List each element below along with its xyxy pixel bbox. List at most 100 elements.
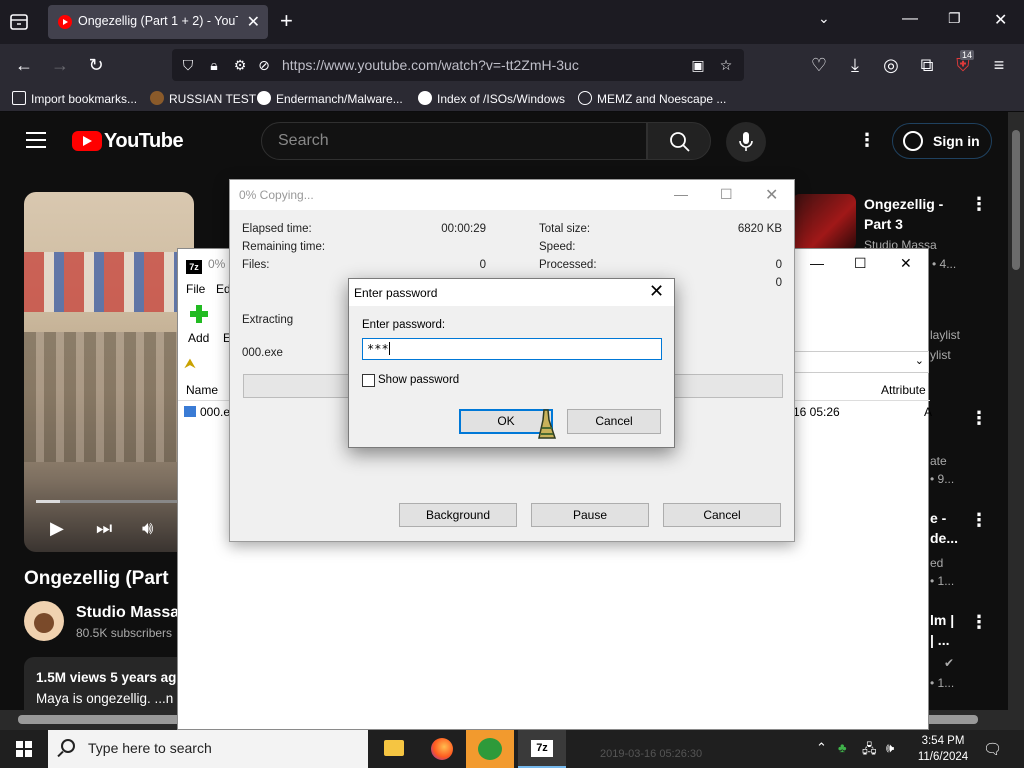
lock-icon[interactable]: 🔒︎: [206, 57, 222, 73]
active-app-taskbar-button[interactable]: [466, 730, 514, 768]
app-menu-icon[interactable]: ≡: [988, 54, 1010, 76]
sevenzip-close-icon[interactable]: ✕: [900, 255, 912, 272]
sevenzip-taskbar-button[interactable]: 7z: [518, 730, 566, 768]
reader-view-icon[interactable]: ▣: [690, 57, 706, 73]
tray-app-icon[interactable]: ♣: [838, 740, 847, 755]
recommended-fragment: • 9...: [930, 472, 955, 486]
copy-cancel-button[interactable]: Cancel: [663, 503, 781, 527]
extensions-icon[interactable]: ⧉: [916, 54, 938, 76]
copy-maximize-icon[interactable]: ☐: [720, 186, 733, 203]
add-button-label[interactable]: Add: [188, 331, 209, 345]
bookmark-memz[interactable]: MEMZ and Noescape ...: [578, 91, 726, 106]
recommended-thumbnail[interactable]: [792, 194, 856, 250]
recommended-title-line: Ongezellig -: [864, 196, 944, 212]
search-placeholder: Search: [278, 132, 329, 149]
window-close-icon[interactable]: ✕: [994, 10, 1007, 30]
recommended-fragment: ate: [930, 454, 947, 468]
video-player[interactable]: ▶ ⏭ 🔊︎: [24, 192, 194, 552]
recommended-fragment: ed: [930, 556, 944, 570]
channel-avatar[interactable]: [24, 601, 64, 641]
enter-password-dialog[interactable]: Enter password ✕ Enter password: *** Sho…: [348, 278, 675, 448]
show-password-label[interactable]: Show password: [378, 374, 459, 386]
bookmark-import[interactable]: Import bookmarks...: [12, 91, 137, 106]
downloads-icon[interactable]: ⤓: [844, 54, 866, 76]
copy-minimize-icon[interactable]: —: [674, 186, 688, 202]
back-icon[interactable]: ←: [13, 54, 35, 76]
next-icon[interactable]: ⏭: [96, 518, 112, 539]
minimize-icon[interactable]: —: [902, 10, 918, 28]
search-icon: [670, 132, 690, 152]
column-attributes[interactable]: Attribute: [881, 383, 926, 397]
channel-name[interactable]: Studio Massa: [76, 604, 179, 622]
bookmark-label: Import bookmarks...: [31, 92, 138, 106]
copy-dialog-title: 0% Copying...: [239, 188, 314, 202]
voice-search-button[interactable]: [726, 122, 766, 162]
page-vertical-scrollbar[interactable]: [1008, 112, 1024, 730]
password-field[interactable]: ***: [362, 338, 662, 360]
recommendation-more-icon[interactable]: ⋮: [970, 408, 988, 429]
globe-icon: [578, 91, 592, 105]
firefox-taskbar-button[interactable]: [418, 730, 466, 768]
copy-dialog-titlebar[interactable]: 0% Copying... — ☐ ✕: [230, 180, 794, 210]
show-password-checkbox[interactable]: [362, 374, 375, 387]
bookmark-russian-test[interactable]: RUSSIAN TEST: [150, 91, 256, 106]
reload-icon[interactable]: ↻: [85, 54, 107, 76]
tab-close-icon[interactable]: ✕: [247, 12, 260, 32]
search-icon: [61, 739, 75, 753]
path-dropdown[interactable]: ⌄: [793, 351, 929, 373]
recommended-title[interactable]: Ongezellig - Part 3: [864, 194, 974, 234]
show-hidden-icons-icon[interactable]: ⌃: [816, 740, 827, 756]
bookmark-isos[interactable]: Index of /ISOs/Windows: [418, 91, 565, 106]
video-frame-flags: [24, 252, 194, 312]
taskbar-search-box[interactable]: Type here to search: [48, 730, 368, 768]
recommendation-more-icon[interactable]: ⋮: [970, 510, 988, 531]
permissions-icon[interactable]: ⚙: [232, 57, 248, 73]
speaker-icon[interactable]: 🕪︎: [886, 740, 894, 756]
video-progress-bar[interactable]: [36, 500, 186, 503]
sevenzip-maximize-icon[interactable]: ☐: [854, 255, 867, 272]
address-bar[interactable]: ⛉ 🔒︎ ⚙ ⊘ https://www.youtube.com/watch?v…: [172, 49, 744, 81]
column-name[interactable]: Name: [186, 383, 218, 397]
background-button[interactable]: Background: [399, 503, 517, 527]
new-tab-icon[interactable]: +: [280, 8, 293, 34]
youtube-logo-icon[interactable]: [72, 131, 102, 151]
search-button[interactable]: [647, 122, 711, 160]
url-text: https://www.youtube.com/watch?v=-tt2ZmH-…: [282, 57, 579, 73]
recommendation-more-icon[interactable]: ⋮: [970, 194, 988, 215]
sign-in-button[interactable]: Sign in: [892, 123, 992, 159]
list-all-tabs-icon[interactable]: ⌄: [818, 10, 830, 27]
password-cancel-button[interactable]: Cancel: [567, 409, 661, 434]
settings-more-icon[interactable]: ⋮: [858, 130, 876, 151]
recommendation-more-icon[interactable]: ⋮: [970, 612, 988, 633]
password-close-icon[interactable]: ✕: [649, 281, 664, 302]
bookmark-endermanch[interactable]: Endermanch/Malware...: [257, 91, 403, 106]
play-icon[interactable]: ▶: [50, 518, 64, 539]
hamburger-menu-icon[interactable]: [26, 132, 46, 148]
restore-icon[interactable]: ❐: [948, 10, 961, 27]
tab-list-icon[interactable]: [8, 11, 30, 33]
autoplay-blocked-icon[interactable]: ⊘: [256, 57, 272, 73]
notifications-icon[interactable]: 🗨︎: [983, 740, 1002, 758]
windows-start-icon[interactable]: [16, 741, 32, 757]
account-icon[interactable]: ◎: [880, 54, 902, 76]
system-clock[interactable]: 3:54 PM 11/6/2024: [910, 733, 976, 765]
forward-icon[interactable]: →: [49, 54, 71, 76]
youtube-wordmark[interactable]: YouTube: [104, 130, 184, 153]
copy-close-icon[interactable]: ✕: [765, 185, 778, 205]
volume-icon[interactable]: 🔊︎: [142, 518, 153, 539]
bookmark-star-icon[interactable]: ☆: [718, 57, 734, 73]
pocket-icon[interactable]: ♡: [808, 54, 830, 76]
shield-icon[interactable]: ⛉: [180, 57, 196, 73]
pause-button[interactable]: Pause: [531, 503, 649, 527]
file-explorer-taskbar-button[interactable]: [370, 730, 418, 768]
menu-file[interactable]: File: [186, 282, 205, 296]
add-icon[interactable]: [190, 305, 208, 323]
youtube-search-input[interactable]: Search: [261, 122, 647, 160]
password-dialog-titlebar[interactable]: Enter password ✕: [349, 279, 674, 306]
network-icon[interactable]: 🖧︎: [862, 740, 877, 762]
sevenzip-minimize-icon[interactable]: —: [810, 255, 824, 271]
clock-date: 11/6/2024: [917, 751, 969, 763]
active-tab[interactable]: Ongezellig (Part 1 + 2) - YouTube ✕: [48, 5, 268, 39]
tab-title: Ongezellig (Part 1 + 2) - YouTube: [78, 14, 238, 28]
folder-up-icon[interactable]: ⮝: [184, 355, 196, 372]
